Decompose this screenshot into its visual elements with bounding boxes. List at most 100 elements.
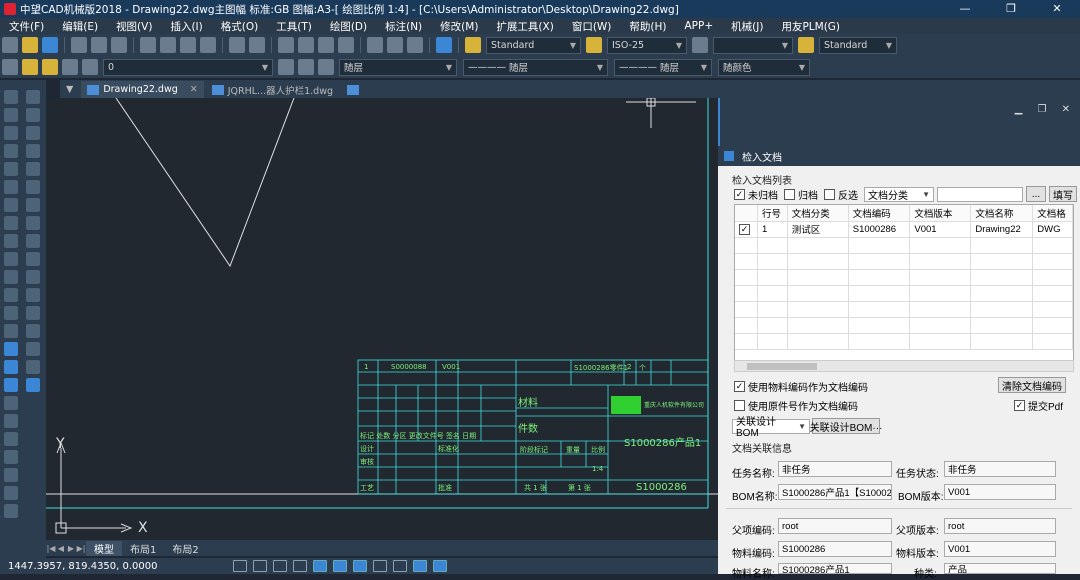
make-current-layer-icon[interactable]	[278, 59, 294, 75]
plm-icon[interactable]	[26, 378, 40, 392]
maximize-button[interactable]: ❐	[988, 0, 1034, 18]
tab-model[interactable]: 模型	[86, 540, 122, 556]
print-preview-icon[interactable]	[91, 37, 107, 53]
category-input[interactable]	[937, 186, 1023, 202]
make-block-icon[interactable]	[4, 306, 18, 320]
prev-tab-arrow[interactable]: ◀	[56, 544, 66, 553]
zoom-previous-icon[interactable]	[338, 37, 354, 53]
erase-icon[interactable]	[4, 414, 18, 428]
menu-format[interactable]: 格式(O)	[212, 19, 267, 34]
rectangle-icon[interactable]	[4, 162, 18, 176]
polar-toggle-icon[interactable]	[293, 560, 307, 572]
ortho-toggle-icon[interactable]	[273, 560, 287, 572]
clear-code-button[interactable]: 清除文档编码	[998, 377, 1066, 393]
grid-icon[interactable]	[26, 144, 40, 158]
dyn-toggle-icon[interactable]	[353, 560, 367, 572]
move-icon[interactable]	[4, 486, 18, 500]
copy-object-icon[interactable]	[4, 432, 18, 446]
otrack-toggle-icon[interactable]	[333, 560, 347, 572]
lock-icon[interactable]	[62, 59, 78, 75]
tab-layout1[interactable]: 布局1	[122, 541, 164, 556]
use-material-code-checkbox[interactable]: ✓ 使用物料编码作为文档编码	[734, 379, 868, 394]
material-name-field[interactable]: S1000286产品1	[778, 563, 892, 574]
minimize-button[interactable]: —	[942, 0, 988, 18]
weld-icon[interactable]	[26, 270, 40, 284]
revision-cloud-icon[interactable]	[4, 216, 18, 230]
offset-icon[interactable]	[4, 468, 18, 482]
unarchived-checkbox[interactable]: ✓ 未归档	[734, 187, 778, 202]
linetype-select[interactable]: ———— 随层 ▼	[463, 58, 608, 76]
hole-table-icon[interactable]	[26, 324, 40, 338]
submit-pdf-checkbox[interactable]: ✓ 提交Pdf	[1014, 398, 1063, 413]
bom-icon[interactable]	[26, 360, 40, 374]
menu-file[interactable]: 文件(F)	[0, 19, 53, 34]
copy-icon[interactable]	[160, 37, 176, 53]
pan-icon[interactable]	[278, 37, 294, 53]
layer-previous-icon[interactable]	[318, 59, 334, 75]
menu-edit[interactable]: 编辑(E)	[53, 19, 107, 34]
publish-icon[interactable]	[111, 37, 127, 53]
ellipse-arc-icon[interactable]	[4, 270, 18, 284]
model-toggle-icon[interactable]	[413, 560, 427, 572]
spline-icon[interactable]	[4, 234, 18, 248]
tab-drawing22[interactable]: Drawing22.dwg ✕	[81, 81, 204, 98]
menu-help[interactable]: 帮助(H)	[620, 19, 675, 34]
layer-select[interactable]: 0 ▼	[103, 58, 273, 76]
annotation-toggle-icon[interactable]	[433, 560, 447, 572]
insert-block-icon[interactable]	[4, 288, 18, 302]
menu-modify[interactable]: 修改(M)	[431, 19, 487, 34]
use-original-no-checkbox[interactable]: 使用原件号作为文档编码	[734, 398, 858, 413]
match-properties-icon[interactable]	[200, 37, 216, 53]
color-select[interactable]: 随层 ▼	[339, 58, 457, 76]
point-icon[interactable]	[4, 324, 18, 338]
parent-code-field[interactable]: root	[778, 518, 892, 534]
tab-layout2[interactable]: 布局2	[164, 541, 206, 556]
close-icon[interactable]: ✕	[190, 84, 198, 95]
zoom-window-icon[interactable]	[318, 37, 334, 53]
hatch-icon[interactable]	[4, 342, 18, 356]
menu-view[interactable]: 视图(V)	[107, 19, 161, 34]
cut-icon[interactable]	[140, 37, 156, 53]
polyline-icon[interactable]	[4, 126, 18, 140]
bom-name-field[interactable]: S1000286产品1【S1000286	[778, 484, 892, 500]
library-icon[interactable]	[26, 288, 40, 302]
properties-icon[interactable]	[367, 37, 383, 53]
layer-states-icon[interactable]	[298, 59, 314, 75]
last-tab-arrow[interactable]: ▶|	[76, 544, 86, 553]
save-icon[interactable]	[42, 37, 58, 53]
help-icon[interactable]	[436, 37, 452, 53]
zoom-realtime-icon[interactable]	[298, 37, 314, 53]
new-file-icon[interactable]	[2, 37, 18, 53]
tab-menu-arrow[interactable]: ▼	[60, 81, 79, 98]
polygon-icon[interactable]	[4, 144, 18, 158]
menu-insert[interactable]: 插入(I)	[161, 19, 211, 34]
tpy-toggle-icon[interactable]	[393, 560, 407, 572]
bom-select[interactable]: 关联设计BOM ▼	[732, 417, 810, 439]
material-version-field[interactable]: V001	[944, 541, 1056, 557]
datum-icon[interactable]	[26, 252, 40, 266]
parts-list-icon[interactable]	[26, 198, 40, 212]
row-checkbox[interactable]: ✓	[735, 221, 758, 238]
mtext-icon[interactable]	[4, 396, 18, 410]
menu-tools[interactable]: 工具(T)	[267, 19, 321, 34]
invert-checkbox[interactable]: 反选	[824, 187, 858, 202]
archived-checkbox[interactable]: 归档	[784, 187, 818, 202]
material-code-field[interactable]: S1000286	[778, 541, 892, 557]
arc-icon[interactable]	[4, 180, 18, 194]
multileader-style-select[interactable]: Standard ▼	[819, 36, 897, 54]
scroll-thumb[interactable]	[747, 363, 817, 370]
menu-dimension[interactable]: 标注(N)	[376, 19, 431, 34]
tolerance-icon[interactable]	[26, 234, 40, 248]
task-status-field[interactable]: 非任务	[944, 461, 1056, 477]
type-field[interactable]: 产品	[944, 563, 1056, 574]
menu-extend-tools[interactable]: 扩展工具(X)	[487, 19, 562, 34]
text-style-select[interactable]: Standard ▼	[486, 36, 581, 54]
table-icon[interactable]	[4, 378, 18, 392]
grid-horizontal-scrollbar[interactable]	[734, 360, 1074, 372]
dim-style-select[interactable]: ISO-25 ▼	[607, 36, 687, 54]
layer-manager-icon[interactable]	[2, 59, 18, 75]
balloon-icon[interactable]	[26, 180, 40, 194]
standard-parts-icon[interactable]	[26, 306, 40, 320]
category-select[interactable]: 文档分类 ▼	[864, 186, 934, 202]
osnap-toggle-icon[interactable]	[313, 560, 327, 572]
